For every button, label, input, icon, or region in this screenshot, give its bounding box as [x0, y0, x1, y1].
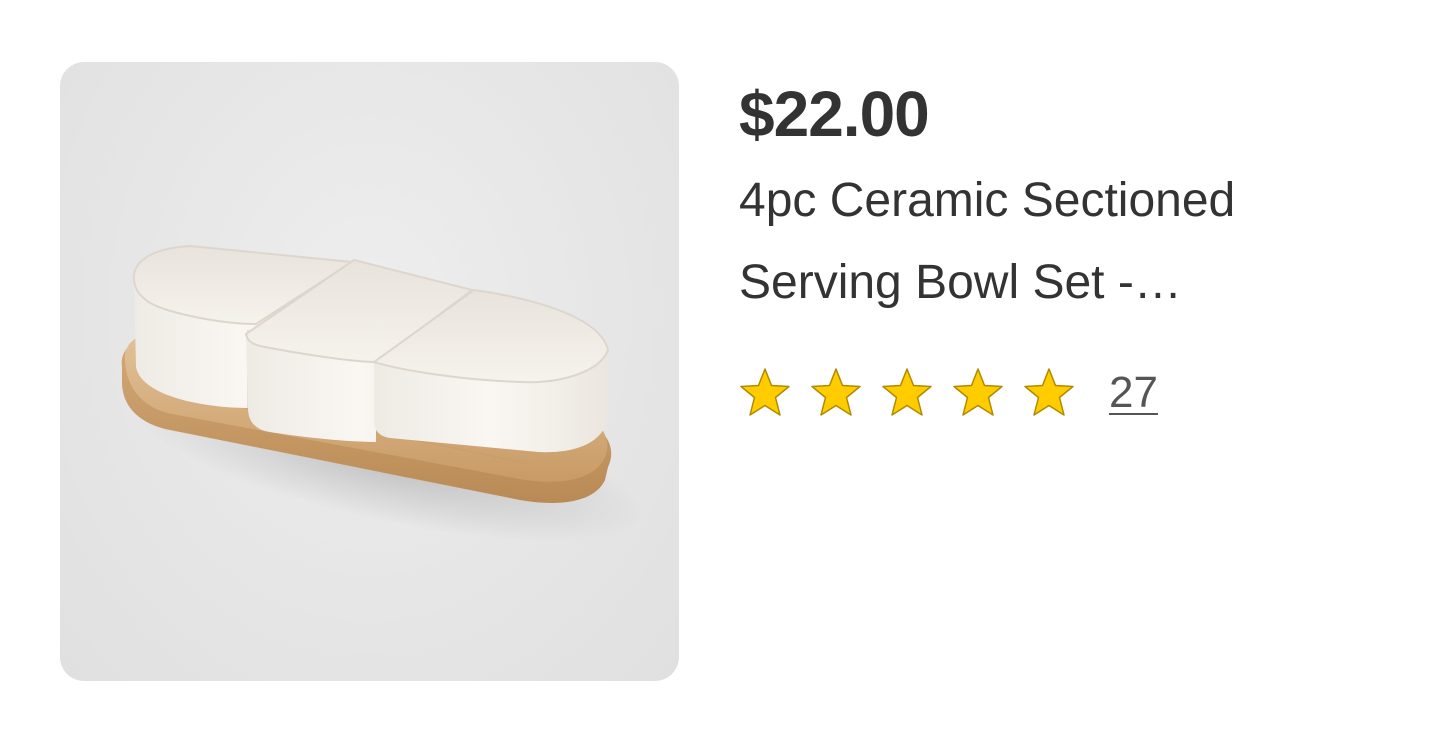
- star-filled-icon: [953, 368, 1003, 416]
- rating-stars: [739, 367, 1075, 419]
- star-filled-icon: [740, 368, 790, 416]
- review-count-link[interactable]: 27: [1109, 368, 1158, 418]
- product-card[interactable]: $22.00 4pc Ceramic Sectioned Serving Bow…: [0, 0, 1440, 743]
- product-image-illustration: [121, 244, 645, 542]
- product-image[interactable]: [60, 62, 679, 681]
- star-filled-icon: [1024, 368, 1074, 416]
- product-title-line-2: Serving Bowl Set -…: [739, 256, 1182, 309]
- product-price: $22.00: [739, 78, 930, 150]
- product-rating: 27: [739, 363, 1158, 423]
- product-title-line-1: 4pc Ceramic Sectioned: [739, 174, 1236, 227]
- star-filled-icon: [882, 368, 932, 416]
- product-title-link[interactable]: 4pc Ceramic Sectioned Serving Bowl Set -…: [739, 160, 1339, 324]
- product-info: $22.00 4pc Ceramic Sectioned Serving Bow…: [739, 78, 1359, 417]
- star-filled-icon: [811, 368, 861, 416]
